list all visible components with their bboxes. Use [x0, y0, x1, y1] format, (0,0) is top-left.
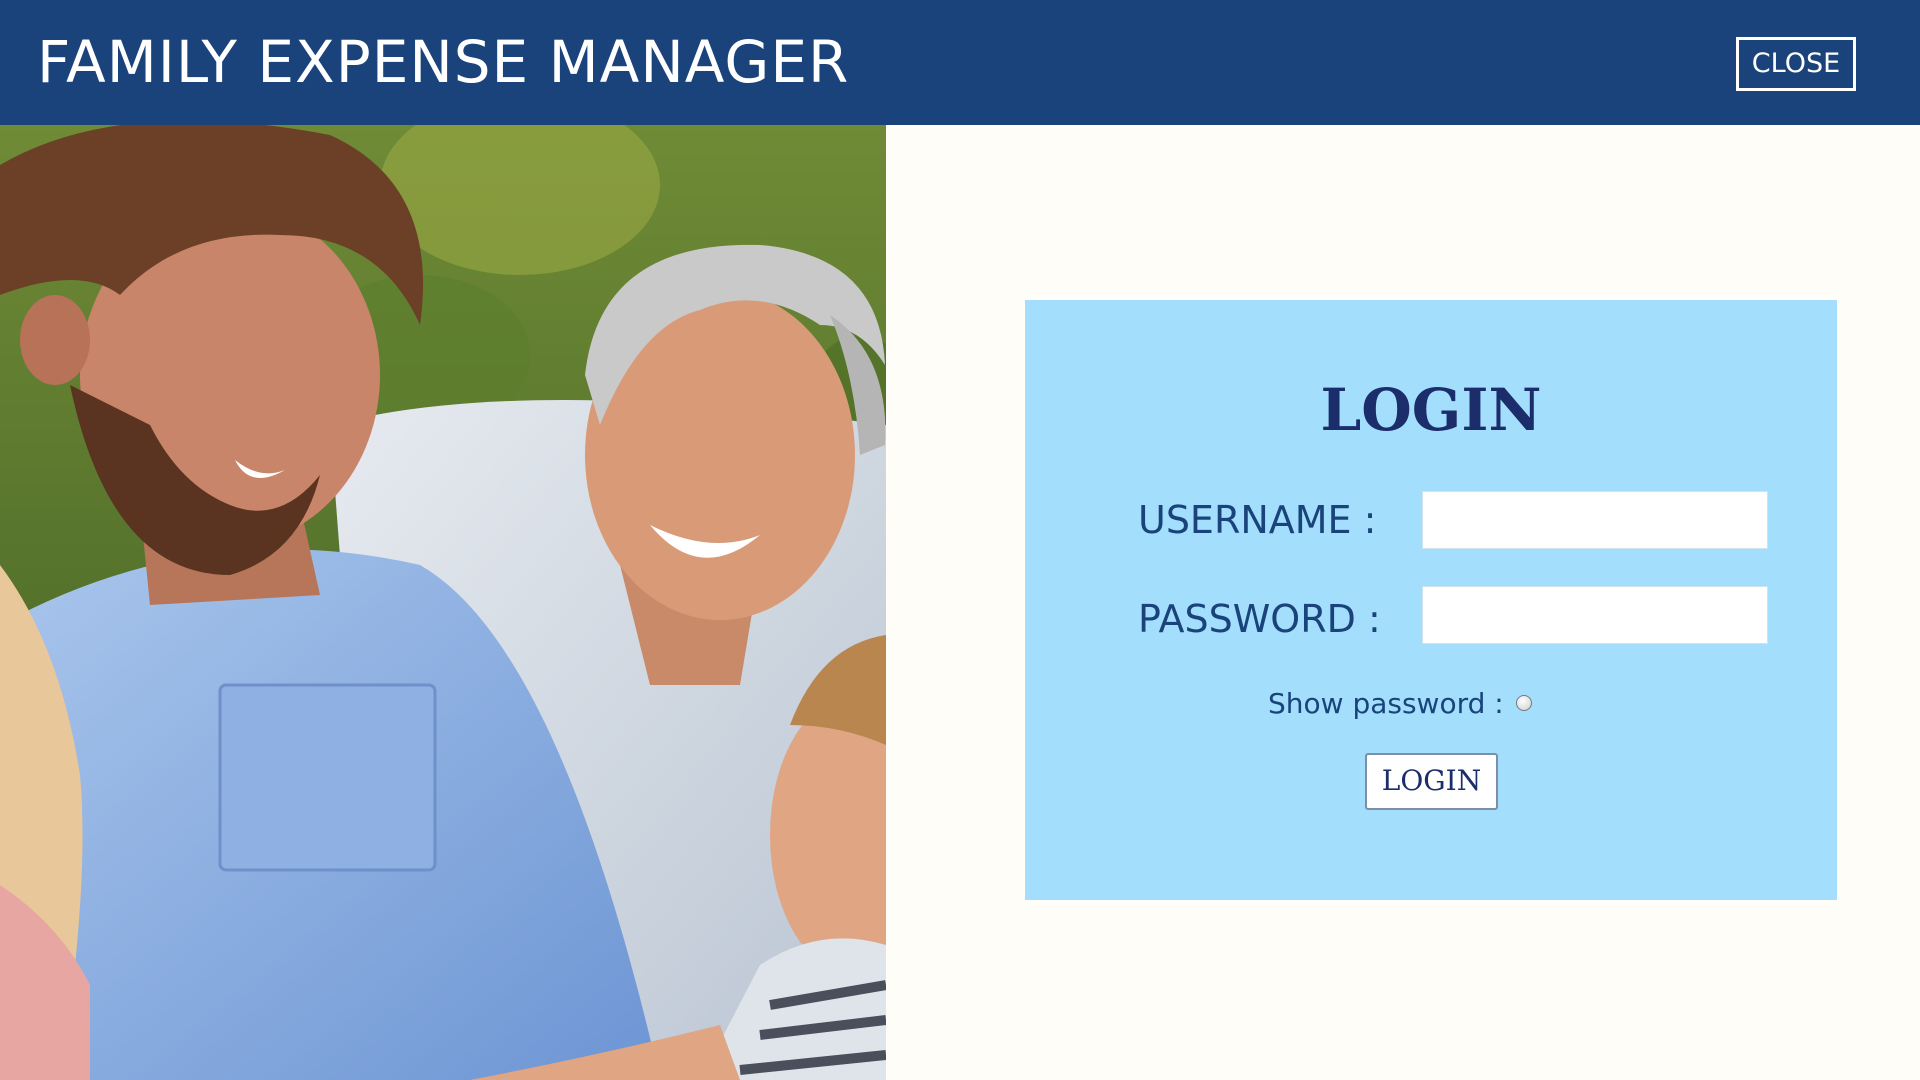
close-button[interactable]: CLOSE — [1736, 37, 1856, 91]
family-photo-image — [0, 125, 886, 1080]
app-title: FAMILY EXPENSE MANAGER — [37, 28, 850, 96]
show-password-label: Show password : — [1268, 686, 1504, 720]
username-field[interactable] — [1422, 491, 1768, 549]
show-password-row: Show password : — [1268, 683, 1532, 723]
family-photo — [0, 125, 886, 1080]
password-field[interactable] — [1422, 586, 1768, 644]
show-password-radio[interactable] — [1515, 695, 1532, 711]
password-label: PASSWORD : — [1138, 597, 1381, 641]
login-panel: LOGIN USERNAME : PASSWORD : Show passwor… — [1025, 300, 1837, 900]
username-label: USERNAME : — [1138, 498, 1377, 542]
login-title: LOGIN — [1320, 376, 1542, 444]
login-button[interactable]: LOGIN — [1365, 753, 1498, 810]
app-header: FAMILY EXPENSE MANAGER CLOSE — [0, 0, 1920, 125]
